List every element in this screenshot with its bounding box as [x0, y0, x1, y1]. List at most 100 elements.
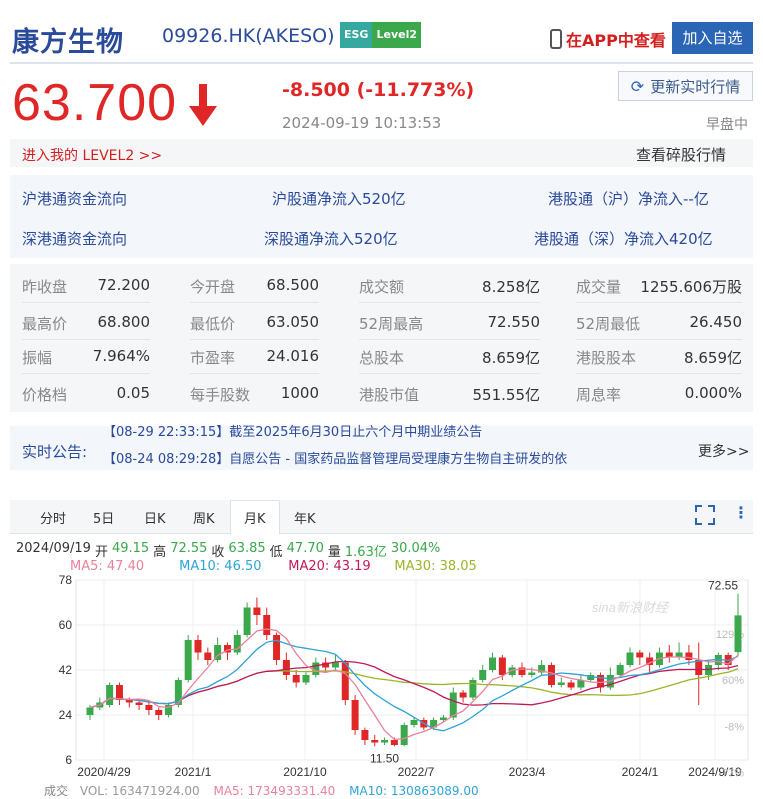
stat-label: 52周最低: [576, 315, 641, 333]
add-watchlist-button[interactable]: 加入自选: [672, 22, 753, 54]
kline-date: 2024/09/19: [16, 541, 91, 556]
stat-value: 68.500: [266, 276, 320, 294]
more-menu-icon[interactable]: ⋮: [733, 503, 749, 522]
announcement-item[interactable]: 【08-29 22:33:15】截至2025年6月30日止六个月中期业绩公告: [103, 421, 663, 440]
app-view-link[interactable]: 在APP中查看: [550, 27, 666, 51]
stat-divider: [359, 339, 540, 340]
candle-body: [400, 725, 408, 745]
low-label: 低: [269, 545, 283, 560]
candle-body: [459, 692, 467, 698]
tab-yearly-k[interactable]: 年K: [294, 508, 316, 527]
x-tick-label: 2022/7: [398, 765, 435, 779]
stat-label: 52周最高: [359, 315, 424, 333]
pct-tick-label: -8%: [724, 721, 744, 733]
candle-body: [371, 740, 379, 743]
stat-divider: [576, 302, 742, 303]
sz-connect-inflow: 深股通净流入520亿: [264, 230, 398, 248]
tab-monthly-k[interactable]: 月K: [244, 508, 266, 527]
market-status: 早盘中: [706, 117, 748, 133]
stat-label: 成交量: [576, 278, 622, 296]
tab-daily-k[interactable]: 日K: [144, 508, 166, 527]
hk-sh-connect-inflow: 港股通（沪）净流入--亿: [548, 190, 709, 208]
stat-value: 1000: [280, 384, 319, 402]
volume-legend: 成交 VOL: 163471924.00 MA5: 173493331.40 M…: [44, 782, 479, 799]
candle-body: [292, 675, 300, 683]
candle-body: [273, 635, 281, 660]
stat-label: 价格档: [22, 386, 68, 404]
y-tick-label: 6: [65, 753, 72, 767]
candle-body: [557, 682, 565, 685]
low-value: 47.70: [286, 541, 324, 556]
level2-link[interactable]: 进入我的 LEVEL2 >>: [22, 145, 162, 165]
x-tick-label: 2024/1: [622, 765, 659, 779]
candle-body: [410, 720, 418, 725]
stock-name: 康方生物: [12, 27, 124, 58]
max-price-label: 72.55: [708, 579, 738, 593]
stat-label: 昨收盘: [22, 278, 68, 296]
volume-label: 成交: [44, 784, 69, 798]
stat-label: 港股股本: [576, 349, 637, 367]
candle-body: [479, 670, 487, 680]
candle-body: [135, 702, 143, 705]
candle-body: [528, 672, 536, 675]
candle-body: [282, 660, 290, 675]
pct-tick-label: -77%: [718, 768, 744, 780]
stat-divider: [190, 302, 319, 303]
stat-divider: [22, 373, 150, 374]
candle-body: [106, 685, 114, 705]
phone-icon: [550, 29, 562, 49]
open-value: 49.15: [111, 541, 150, 556]
chart-tab-bar: [10, 500, 753, 534]
stat-value: 63.050: [266, 313, 320, 331]
odd-lot-link[interactable]: 查看碎股行情: [636, 144, 726, 165]
y-tick-label: 42: [59, 663, 73, 677]
level2-label: Level2: [372, 22, 421, 48]
candle-body: [253, 607, 261, 615]
stat-value: 0.000%: [684, 384, 742, 402]
quote-datetime: 2024-09-19 10:13:53: [282, 114, 442, 132]
high-value: 72.55: [170, 541, 208, 556]
candle-body: [86, 707, 94, 715]
stat-label: 振幅: [22, 349, 53, 367]
kline-chart[interactable]: 78 60 42 24 6 2020/4/29 2021/1 2021/10 2022/7 202…: [0, 570, 763, 782]
fullscreen-icon[interactable]: [695, 505, 715, 525]
candle-body: [263, 615, 271, 635]
stat-divider: [359, 302, 540, 303]
down-arrow-icon: [189, 84, 217, 126]
candle-body: [381, 740, 389, 743]
candle-body: [616, 665, 624, 675]
stat-label: 总股本: [359, 349, 405, 367]
pct-tick-label: 60%: [722, 675, 744, 687]
refresh-quote-button[interactable]: ⟳ 更新实时行情: [618, 71, 753, 101]
more-announcements-link[interactable]: 更多>>: [698, 441, 749, 461]
stat-value: 1255.606万股: [640, 278, 742, 296]
hk-sz-flow-link[interactable]: 深港通资金流向: [22, 228, 127, 249]
tab-intraday[interactable]: 分时: [40, 508, 66, 527]
close-value: 63.85: [228, 541, 266, 556]
refresh-icon: ⟳: [630, 76, 645, 96]
x-tick-label: 2023/4: [509, 765, 546, 779]
vol-label: 量: [327, 545, 341, 560]
stat-divider: [22, 339, 150, 340]
candle-body: [734, 615, 742, 653]
stat-label: 最高价: [22, 315, 68, 333]
x-tick-label: 2021/10: [283, 765, 327, 779]
candle-body: [567, 682, 575, 688]
announcement-item[interactable]: 【08-24 08:29:28】自愿公告 - 国家药品监督管理局受理康方生物自主…: [103, 448, 663, 467]
stat-label: 最低价: [190, 315, 236, 333]
volume-ma5: MA5: 173493331.40: [213, 784, 336, 798]
announcement-label: 实时公告:: [22, 443, 88, 461]
stat-divider: [359, 373, 540, 374]
tab-weekly-k[interactable]: 周K: [193, 508, 215, 527]
candle-body: [184, 640, 192, 680]
candle-body: [194, 640, 202, 653]
stat-label: 港股市值: [359, 386, 420, 404]
stat-divider: [190, 339, 319, 340]
hk-sh-flow-link[interactable]: 沪港通资金流向: [22, 188, 127, 209]
candle-body: [312, 662, 320, 675]
esg-level2-badge[interactable]: ESG Level2: [340, 22, 421, 48]
close-label: 收: [211, 545, 225, 560]
stock-code: 09926.HK(AKESO): [162, 25, 335, 47]
stat-value: 7.964%: [92, 347, 150, 365]
tab-5day[interactable]: 5日: [93, 508, 114, 527]
